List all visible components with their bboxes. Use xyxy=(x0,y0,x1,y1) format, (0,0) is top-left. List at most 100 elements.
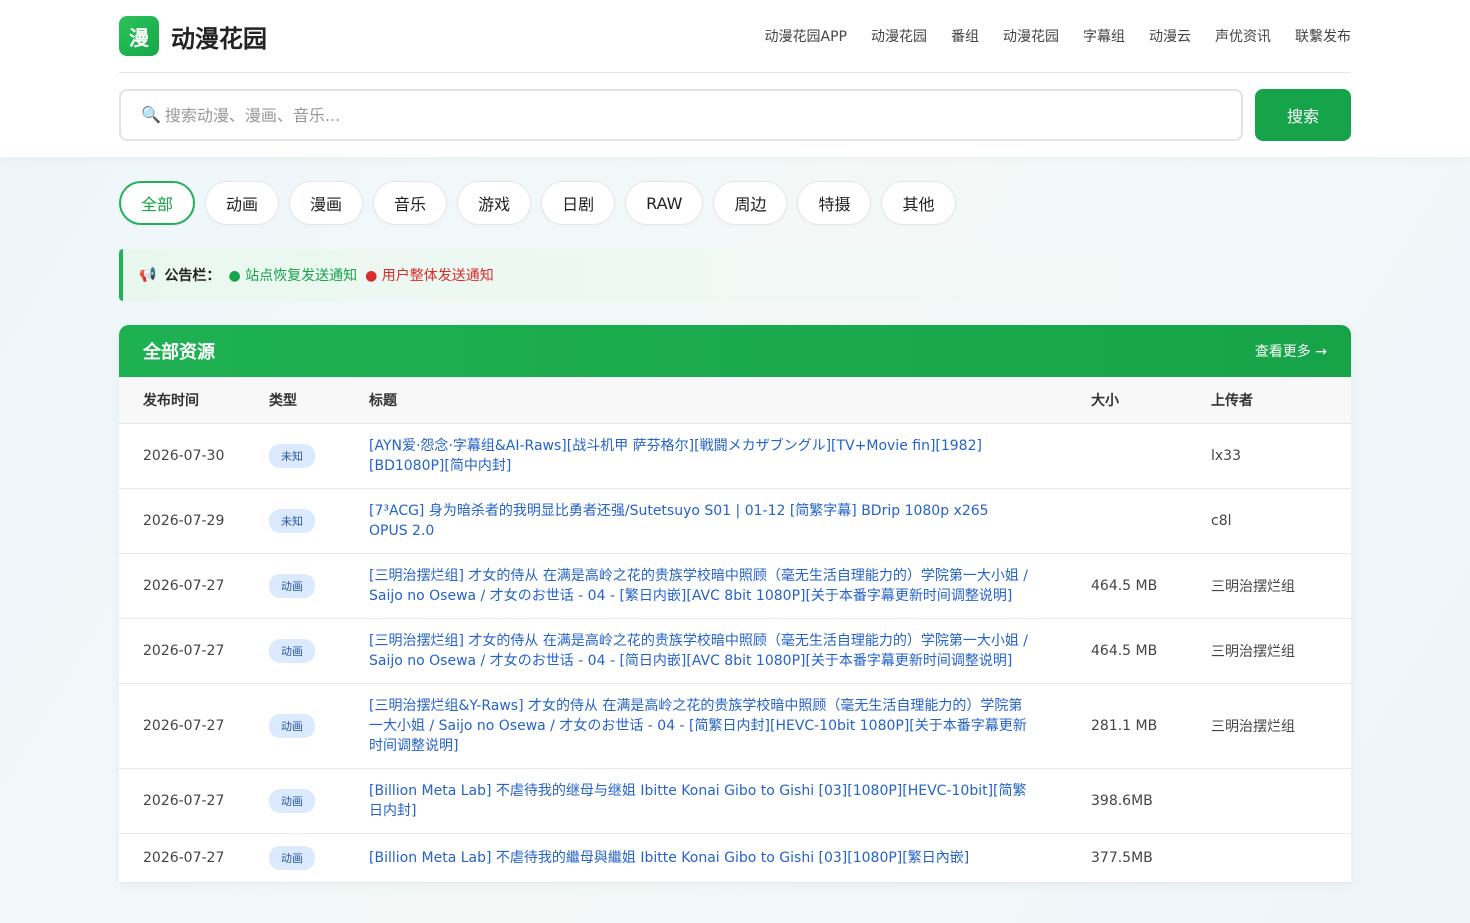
table-row[interactable]: 2026-07-27 动画 [Billion Meta Lab] 不虐待我的继母与继… xyxy=(119,768,1351,834)
col-header-type[interactable]: 类型 xyxy=(269,377,369,424)
category-chip[interactable]: 全部 xyxy=(119,181,196,225)
category-chip[interactable]: 周边 xyxy=(713,181,788,225)
resource-title-link[interactable]: [三明治摆烂组] 才女的侍从 在满是高岭之花的贵族学校暗中照顾（毫无生活自理能力… xyxy=(369,568,1028,604)
row-date: 2026-07-27 xyxy=(119,833,269,883)
resource-title-link[interactable]: [7³ACG] 身为暗杀者的我明显比勇者还强/Sutetsuyo S01 | 0… xyxy=(369,503,989,539)
row-type-cell: 未知 xyxy=(269,488,369,554)
category-filter: 全部 动画 漫画 音乐 游戏 日剧 RAW 周边 特摄 其他 xyxy=(119,181,1470,225)
row-uploader[interactable]: c8l xyxy=(1211,488,1351,554)
notice-label: 公告栏： xyxy=(164,268,221,284)
search-box: 🔍 xyxy=(119,89,1243,141)
nav-link[interactable]: 动漫花园 xyxy=(871,26,927,46)
row-title-cell: [Billion Meta Lab] 不虐待我的繼母與繼姐 Ibitte Kon… xyxy=(369,833,1091,883)
row-type-cell: 动画 xyxy=(269,768,369,834)
nav-link[interactable]: 动漫花园 xyxy=(1003,26,1059,46)
col-header-uploader[interactable]: 上传者 xyxy=(1211,377,1351,424)
search-button[interactable]: 搜索 xyxy=(1255,89,1351,141)
row-size: 281.1 MB xyxy=(1091,683,1211,769)
top-bar: 漫 动漫花园 动漫花园APP 动漫花园 番组 动漫花园 字幕组 动漫云 声优资讯 联繫发布 xyxy=(119,0,1351,73)
row-type-cell: 动画 xyxy=(269,553,369,619)
nav-link[interactable]: 动漫花园APP xyxy=(765,26,847,46)
row-size xyxy=(1091,423,1211,489)
row-size: 398.6MB xyxy=(1091,768,1211,834)
category-chip[interactable]: 特摄 xyxy=(797,181,872,225)
row-size: 464.5 MB xyxy=(1091,618,1211,684)
search-input[interactable] xyxy=(164,105,1241,125)
search-row: 🔍 搜索 xyxy=(119,89,1351,141)
row-date: 2026-07-27 xyxy=(119,553,269,619)
table-row[interactable]: 2026-07-30 未知 [AYN爱·怨念·字幕组&AI-Raws][战斗机甲 萨… xyxy=(119,423,1351,489)
row-uploader[interactable]: 三明治摆烂组 xyxy=(1211,618,1351,684)
brand[interactable]: 漫 动漫花园 xyxy=(119,16,267,56)
row-uploader[interactable] xyxy=(1211,833,1351,883)
notice-item[interactable]: ● 用户整体发送通知 xyxy=(365,265,494,285)
type-badge[interactable]: 未知 xyxy=(269,443,315,468)
type-badge[interactable]: 动画 xyxy=(269,713,315,738)
col-header-date[interactable]: 发布时间 xyxy=(119,377,269,424)
row-title-cell: [三明治摆烂组&Y-Raws] 才女的侍从 在满是高岭之花的贵族学校暗中照顾（毫… xyxy=(369,683,1091,769)
row-title-cell: [Billion Meta Lab] 不虐待我的继母与继姐 Ibitte Kon… xyxy=(369,768,1091,834)
category-chip[interactable]: 游戏 xyxy=(457,181,532,225)
resource-title-link[interactable]: [Billion Meta Lab] 不虐待我的继母与继姐 Ibitte Kon… xyxy=(369,783,1027,819)
resource-title-link[interactable]: [Billion Meta Lab] 不虐待我的繼母與繼姐 Ibitte Kon… xyxy=(369,850,969,866)
type-badge[interactable]: 动画 xyxy=(269,788,315,813)
type-badge[interactable]: 动画 xyxy=(269,573,315,598)
nav-link[interactable]: 字幕组 xyxy=(1083,26,1125,46)
type-badge[interactable]: 动画 xyxy=(269,845,315,870)
panel-title: 全部资源 xyxy=(143,342,215,363)
resource-panel: 全部资源 查看更多 → 发布时间 类型 标题 大小 上传者 2026-07-30… xyxy=(119,325,1351,883)
col-header-size[interactable]: 大小 xyxy=(1091,377,1211,424)
view-more-link[interactable]: 查看更多 → xyxy=(1255,341,1327,361)
nav-link[interactable]: 番组 xyxy=(951,26,979,46)
row-type-cell: 动画 xyxy=(269,833,369,883)
resource-table: 发布时间 类型 标题 大小 上传者 2026-07-30 未知 [AYN爱·怨念·字… xyxy=(119,377,1351,883)
table-row[interactable]: 2026-07-27 动画 [Billion Meta Lab] 不虐待我的繼母與繼… xyxy=(119,833,1351,883)
notice-item[interactable]: ● 站点恢复发送通知 xyxy=(228,265,357,285)
type-badge[interactable]: 动画 xyxy=(269,638,315,663)
table-row[interactable]: 2026-07-27 动画 [三明治摆烂组] 才女的侍从 在满是高岭之花的贵族学校暗… xyxy=(119,618,1351,684)
megaphone-icon: 📢 xyxy=(139,267,157,283)
site-header: 漫 动漫花园 动漫花园APP 动漫花园 番组 动漫花园 字幕组 动漫云 声优资讯 联繫发布 🔍… xyxy=(0,0,1470,157)
logo-icon: 漫 xyxy=(119,16,159,56)
row-uploader[interactable] xyxy=(1211,768,1351,834)
table-row[interactable]: 2026-07-27 动画 [三明治摆烂组&Y-Raws] 才女的侍从 在满是高岭之… xyxy=(119,683,1351,769)
resource-title-link[interactable]: [AYN爱·怨念·字幕组&AI-Raws][战斗机甲 萨芬格尔][戦闘メカザブン… xyxy=(369,438,982,474)
row-type-cell: 动画 xyxy=(269,683,369,769)
row-type-cell: 未知 xyxy=(269,423,369,489)
category-chip[interactable]: 动画 xyxy=(205,181,280,225)
site-name: 动漫花园 xyxy=(171,24,267,53)
col-header-title[interactable]: 标题 xyxy=(369,377,1091,424)
row-uploader[interactable]: lx33 xyxy=(1211,423,1351,489)
panel-header: 全部资源 查看更多 → xyxy=(119,325,1351,377)
row-uploader[interactable]: 三明治摆烂组 xyxy=(1211,553,1351,619)
row-date: 2026-07-27 xyxy=(119,768,269,834)
category-chip[interactable]: 其他 xyxy=(881,181,956,225)
nav-link[interactable]: 声优资讯 xyxy=(1215,26,1271,46)
notice-bar: 📢 公告栏： ● 站点恢复发送通知 ● 用户整体发送通知 xyxy=(119,249,1351,301)
resource-title-link[interactable]: [三明治摆烂组&Y-Raws] 才女的侍从 在满是高岭之花的贵族学校暗中照顾（毫… xyxy=(369,698,1027,754)
row-title-cell: [7³ACG] 身为暗杀者的我明显比勇者还强/Sutetsuyo S01 | 0… xyxy=(369,488,1091,554)
type-badge[interactable]: 未知 xyxy=(269,508,315,533)
search-icon: 🔍 xyxy=(141,107,161,124)
row-date: 2026-07-27 xyxy=(119,683,269,769)
row-size: 464.5 MB xyxy=(1091,553,1211,619)
nav-link[interactable]: 动漫云 xyxy=(1149,26,1191,46)
row-title-cell: [三明治摆烂组] 才女的侍从 在满是高岭之花的贵族学校暗中照顾（毫无生活自理能力… xyxy=(369,553,1091,619)
nav-link[interactable]: 联繫发布 xyxy=(1295,26,1351,46)
category-chip[interactable]: RAW xyxy=(625,181,704,225)
row-size: 377.5MB xyxy=(1091,833,1211,883)
row-date: 2026-07-30 xyxy=(119,423,269,489)
main-nav: 动漫花园APP 动漫花园 番组 动漫花园 字幕组 动漫云 声优资讯 联繫发布 xyxy=(765,26,1351,46)
row-uploader[interactable]: 三明治摆烂组 xyxy=(1211,683,1351,769)
row-size xyxy=(1091,488,1211,554)
table-header-row: 发布时间 类型 标题 大小 上传者 xyxy=(119,377,1351,424)
table-row[interactable]: 2026-07-29 未知 [7³ACG] 身为暗杀者的我明显比勇者还强/Sutet… xyxy=(119,488,1351,554)
row-date: 2026-07-29 xyxy=(119,488,269,554)
category-chip[interactable]: 漫画 xyxy=(289,181,364,225)
row-title-cell: [三明治摆烂组] 才女的侍从 在满是高岭之花的贵族学校暗中照顾（毫无生活自理能力… xyxy=(369,618,1091,684)
table-row[interactable]: 2026-07-27 动画 [三明治摆烂组] 才女的侍从 在满是高岭之花的贵族学校暗… xyxy=(119,553,1351,619)
row-title-cell: [AYN爱·怨念·字幕组&AI-Raws][战斗机甲 萨芬格尔][戦闘メカザブン… xyxy=(369,423,1091,489)
resource-title-link[interactable]: [三明治摆烂组] 才女的侍从 在满是高岭之花的贵族学校暗中照顾（毫无生活自理能力… xyxy=(369,633,1028,669)
category-chip[interactable]: 日剧 xyxy=(541,181,616,225)
category-chip[interactable]: 音乐 xyxy=(373,181,448,225)
